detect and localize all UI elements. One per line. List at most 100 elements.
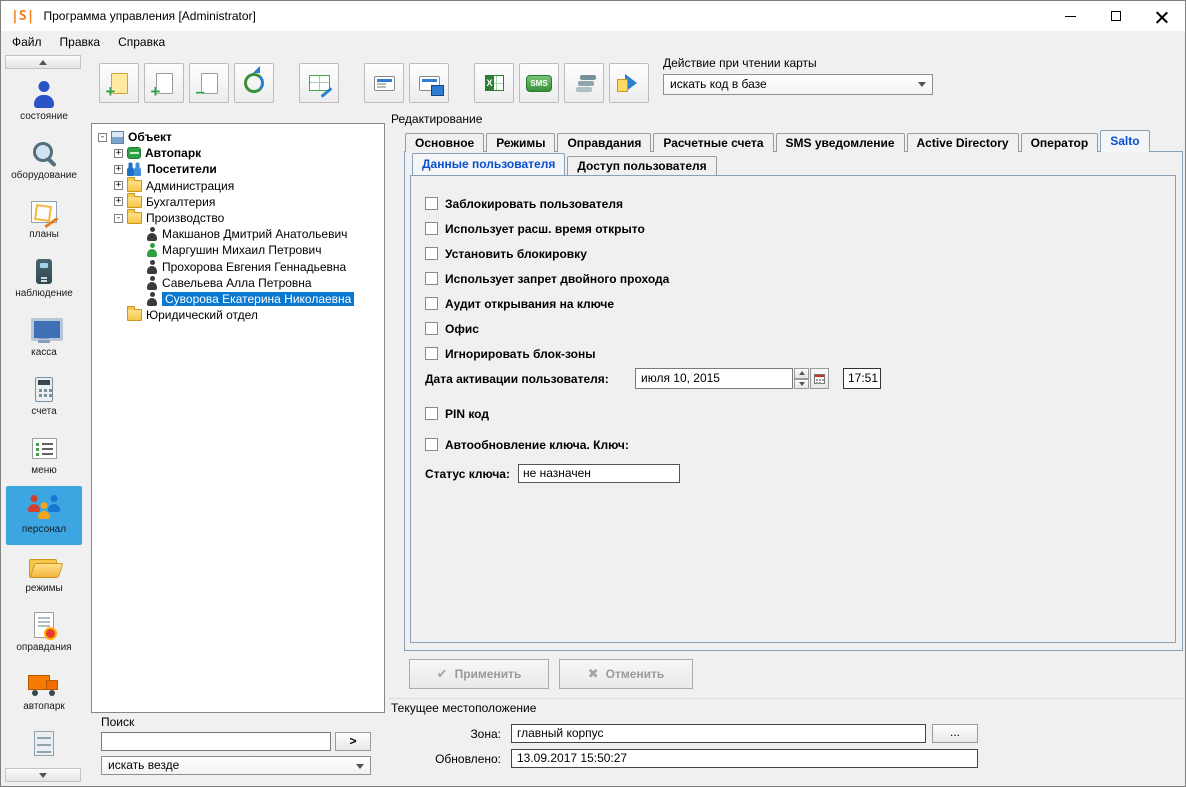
excel-export-button[interactable] [474,63,514,103]
minimize-button[interactable] [1047,1,1093,31]
subtab-user-data[interactable]: Данные пользователя [412,153,565,175]
sidebar-item-excuses[interactable]: оправдания [1,604,87,663]
stacked-sheets-icon [576,87,592,92]
subtab-user-access[interactable]: Доступ пользователя [567,156,716,175]
checkbox[interactable] [425,322,438,335]
tree-node-administration[interactable]: + Администрация [92,178,384,194]
delete-icon [201,73,218,94]
checkbox[interactable] [425,297,438,310]
expand-icon[interactable]: + [114,149,123,158]
sidebar-scroll-up[interactable] [5,55,81,69]
checkbox-label: Использует запрет двойного прохода [445,272,669,286]
checkbox[interactable] [425,222,438,235]
search-go-button[interactable]: > [335,732,371,751]
tree-node-legal[interactable]: Юридический отдел [92,307,384,323]
transfer-button[interactable] [609,63,649,103]
tree-node-employee-selected[interactable]: Суворова Екатерина Николаевна [92,291,384,307]
card-action-group: Действие при чтении карты искать код в б… [663,56,933,95]
updated-row: Обновлено: 13.09.2017 15:50:27 [391,749,978,768]
menu-help[interactable]: Справка [109,32,174,52]
edit-table-button[interactable] [299,63,339,103]
expand-icon[interactable]: + [114,197,123,206]
folder-icon [127,180,142,192]
sidebar-item-cashdesk[interactable]: касса [1,309,87,368]
tab-salto[interactable]: Salto [1100,130,1149,152]
spin-up-button[interactable] [794,368,809,379]
checkbox-label: PIN код [445,407,489,421]
spin-down-button[interactable] [794,379,809,390]
sidebar-item-personnel[interactable]: персонал [6,486,82,545]
tree-node-object[interactable]: - Объект [92,129,384,145]
sidebar-item-modes[interactable]: режимы [1,545,87,604]
sidebar-item-monitoring[interactable]: наблюдение [1,250,87,309]
location-title: Текущее местоположение [391,701,536,715]
tree-node-production[interactable]: - Производство [92,210,384,226]
sidebar-item-plans[interactable]: планы [1,191,87,250]
calendar-button[interactable] [810,368,829,389]
cancel-button[interactable]: ✖ Отменить [559,659,693,689]
sidebar-item-menu[interactable]: меню [1,427,87,486]
sidebar-item-accounts[interactable]: счета [1,368,87,427]
zone-browse-button[interactable]: ... [932,724,978,743]
tree-node-fleet[interactable]: + Автопарк [92,145,384,161]
tab-excuses[interactable]: Оправдания [557,133,651,152]
tree-node-employee[interactable]: Маргушин Михаил Петрович [92,242,384,258]
calculator-icon [35,377,53,402]
activation-date-input[interactable]: июля 10, 2015 [635,368,793,389]
sidebar-item-fleet[interactable]: автопарк [1,663,87,722]
add-person-button[interactable] [144,63,184,103]
tree-node-visitors[interactable]: + Посетители [92,161,384,177]
tab-operator[interactable]: Оператор [1021,133,1099,152]
sidebar-item-partial[interactable] [1,722,87,765]
print-button[interactable] [564,63,604,103]
collapse-icon[interactable]: - [114,214,123,223]
tab-accounts[interactable]: Расчетные счета [653,133,773,152]
add-department-button[interactable] [99,63,139,103]
maximize-button[interactable] [1093,1,1139,31]
expand-icon[interactable]: + [114,181,123,190]
menu-file[interactable]: Файл [3,32,51,52]
activation-time-input[interactable]: 17:51 [843,368,881,389]
editor-title: Редактирование [391,112,482,126]
salto-subtabs: Данные пользователя Доступ пользователя [412,154,719,175]
sidebar-item-equipment[interactable]: оборудование [1,132,87,191]
sidebar-scroll-down[interactable] [5,768,81,782]
card-action-select[interactable]: искать код в базе [663,74,933,95]
checkbox[interactable] [425,247,438,260]
card-button[interactable] [364,63,404,103]
folder-icon [127,309,142,321]
certificate-icon [34,612,54,638]
delete-button[interactable] [189,63,229,103]
monitor-icon [31,318,57,343]
expand-icon[interactable]: + [114,165,123,174]
refresh-button[interactable] [234,63,274,103]
tab-sms[interactable]: SMS уведомление [776,133,905,152]
menu-edit[interactable]: Правка [51,32,110,52]
apply-button[interactable]: ✔ Применить [409,659,549,689]
checkbox[interactable] [425,438,438,451]
updated-field[interactable]: 13.09.2017 15:50:27 [511,749,978,768]
checkbox[interactable] [425,272,438,285]
title-bar: |S| Программа управления [Administrator] [1,1,1185,31]
tree-node-employee[interactable]: Прохорова Евгения Геннадьевна [92,259,384,275]
checkbox[interactable] [425,407,438,420]
open-folder-icon [29,555,59,578]
collapse-icon[interactable]: - [98,133,107,142]
tree-node-employee[interactable]: Макшанов Дмитрий Анатольевич [92,226,384,242]
tree-node-accounting[interactable]: + Бухгалтерия [92,194,384,210]
search-scope-select[interactable]: искать везде [101,756,371,775]
checkbox[interactable] [425,347,438,360]
close-button[interactable] [1139,1,1185,31]
key-status-field[interactable]: не назначен [518,464,680,483]
sidebar-item-status[interactable]: состояние [1,73,87,132]
zone-field[interactable]: главный корпус [511,724,926,743]
tab-modes[interactable]: Режимы [486,133,555,152]
sms-button[interactable]: SMS [519,63,559,103]
zone-label: Зона: [391,727,511,741]
checkbox[interactable] [425,197,438,210]
tab-main[interactable]: Основное [405,133,484,152]
search-input[interactable] [101,732,331,751]
tree-node-employee[interactable]: Савельева Алла Петровна [92,275,384,291]
tab-active-directory[interactable]: Active Directory [907,133,1019,152]
card-reader-button[interactable] [409,63,449,103]
